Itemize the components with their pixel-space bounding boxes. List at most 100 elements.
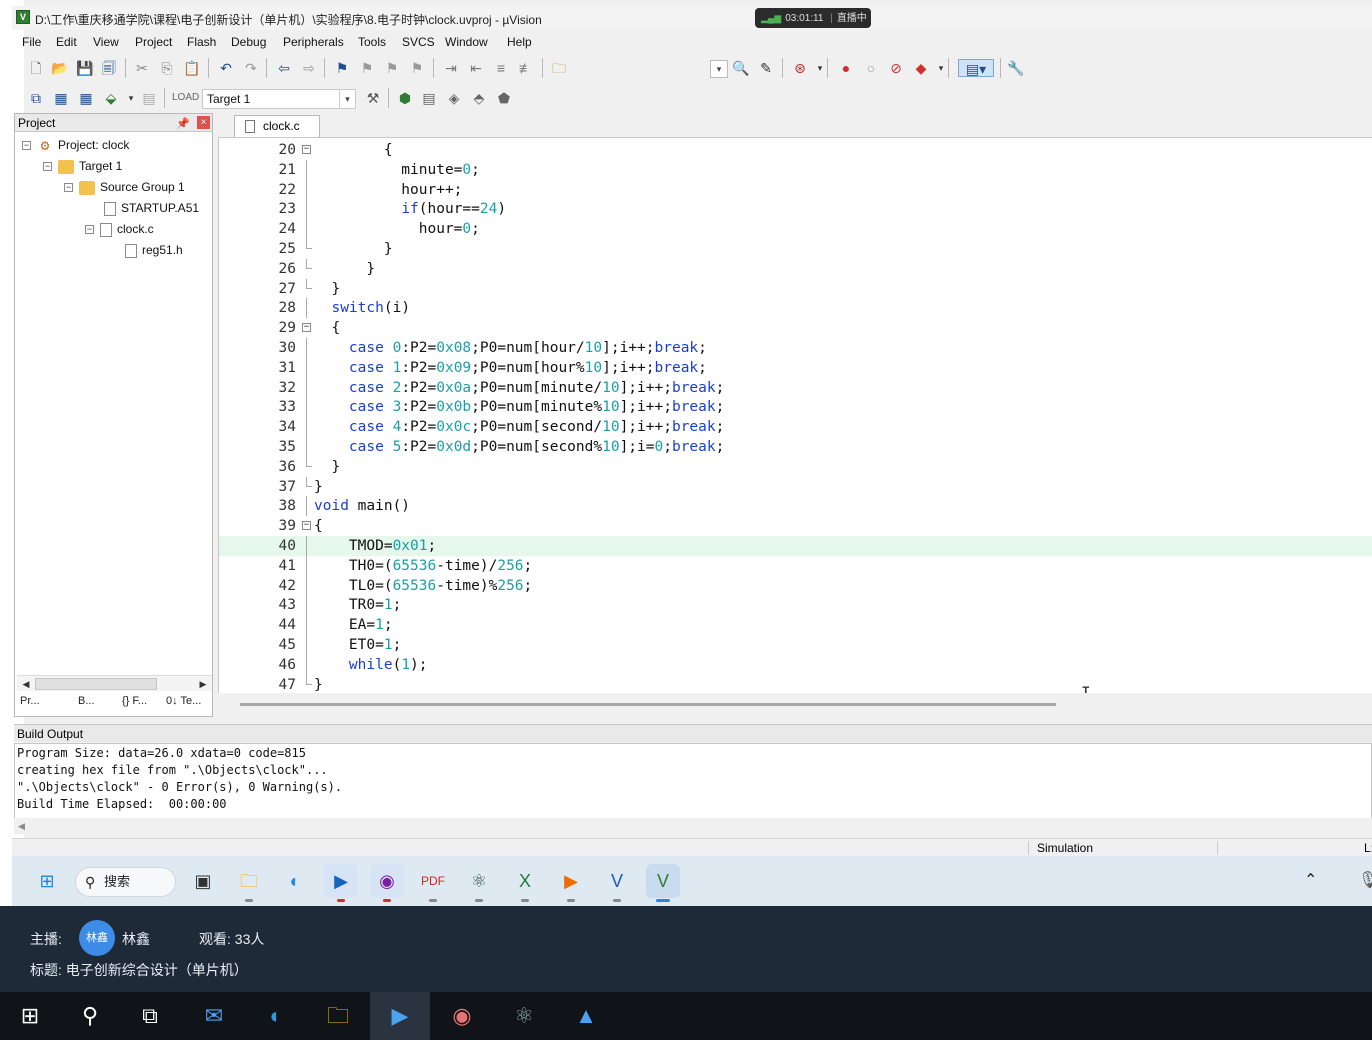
tab-books[interactable]: B... (78, 695, 95, 707)
manage-rte-icon[interactable]: ◈ (445, 89, 463, 107)
debug-session-icon[interactable]: ⊛ (791, 59, 809, 77)
atom-app-icon[interactable]: ⚛ (494, 992, 554, 1040)
current-code-line[interactable]: 40 TMOD=0x01; (219, 536, 1372, 556)
collapse-icon[interactable]: − (43, 162, 52, 172)
task-view-icon[interactable]: ⧉ (120, 992, 180, 1040)
edge-icon[interactable]: ◐ (246, 992, 306, 1040)
menu-debug[interactable]: Debug (231, 35, 266, 49)
fold-toggle-icon[interactable]: − (302, 323, 311, 333)
uvision-taskbar-icon[interactable]: V (646, 864, 680, 902)
build-output-scrollbar[interactable]: ◀ (14, 818, 1372, 834)
code-line[interactable]: 41 TH0=(65536-time)/256; (219, 555, 1372, 576)
multi-project-icon[interactable]: ⬟ (495, 89, 513, 107)
visio-icon[interactable]: V (600, 864, 634, 902)
code-line[interactable]: 46 while(1); (219, 654, 1372, 675)
chat-app-icon[interactable]: ◉ (370, 864, 404, 902)
open-file-icon[interactable]: 📂 (51, 59, 69, 77)
avatar[interactable]: 林鑫 (79, 920, 115, 956)
bookmark-prev-icon[interactable]: ⚑ (358, 59, 376, 77)
translate-icon[interactable]: ⧉ (27, 89, 45, 107)
code-line[interactable]: 39−{ (219, 516, 1372, 536)
microphone-icon[interactable]: 🎙 (1358, 870, 1372, 890)
pin-icon[interactable]: 📌 (176, 115, 190, 133)
project-horizontal-scrollbar[interactable]: ◀ ▶ (17, 675, 212, 691)
code-line[interactable]: 26 } (219, 258, 1372, 279)
incremental-find-icon[interactable]: ✎ (757, 59, 775, 77)
scroll-thumb[interactable] (35, 678, 157, 690)
paste-icon[interactable]: 📋 (183, 59, 201, 77)
search-icon[interactable]: ⚲ (60, 992, 120, 1040)
tree-item-target[interactable]: − Target 1 (43, 157, 122, 175)
tab-functions[interactable]: {} F... (122, 695, 147, 707)
code-line[interactable]: 44 EA=1; (219, 615, 1372, 636)
menu-svcs[interactable]: SVCS (402, 35, 435, 49)
file-explorer-icon[interactable]: 🗀 (308, 992, 368, 1040)
indent-icon[interactable]: ⇥ (442, 59, 460, 77)
presentation-app-icon[interactable]: ▶ (554, 864, 588, 902)
code-line[interactable]: 43 TR0=1; (219, 595, 1372, 616)
scroll-left-icon[interactable]: ◀ (18, 821, 25, 831)
breakpoint-disable-all-icon[interactable]: ⊘ (887, 59, 905, 77)
atom-app-icon[interactable]: ⚛ (462, 864, 496, 902)
batch-build-icon[interactable]: ⬙ (102, 89, 120, 107)
unindent-icon[interactable]: ⇤ (467, 59, 485, 77)
photos-icon[interactable]: ▲ (556, 992, 616, 1040)
collapse-icon[interactable]: − (85, 225, 94, 235)
code-line[interactable]: 30 case 0:P2=0x08;P0=num[hour/10];i++;br… (219, 338, 1372, 358)
close-icon[interactable]: × (197, 116, 210, 129)
cut-icon[interactable]: ✂ (133, 59, 151, 77)
target-select[interactable]: Target 1 ▾ (202, 89, 356, 109)
rebuild-icon[interactable]: ▦ (77, 89, 95, 107)
tree-item-clock-c[interactable]: − clock.c (85, 220, 154, 238)
breakpoint-insert-icon[interactable]: ● (837, 59, 855, 77)
save-icon[interactable]: 💾 (76, 59, 94, 77)
chat-app-icon[interactable]: ◉ (432, 992, 492, 1040)
meeting-app-icon[interactable]: ▶ (370, 992, 430, 1040)
menu-peripherals[interactable]: Peripherals (283, 35, 344, 49)
navigate-forward-icon[interactable]: ⇨ (300, 59, 318, 77)
code-line[interactable]: 45 ET0=1; (219, 635, 1372, 655)
uncomment-icon[interactable]: ≢ (517, 59, 535, 77)
code-line[interactable]: 27 } (219, 278, 1372, 299)
code-line[interactable]: 42 TL0=(65536-time)%256; (219, 575, 1372, 596)
file-explorer-icon[interactable]: 🗀 (232, 864, 266, 902)
code-editor[interactable]: 20− {21 minute=0; 22 hour++; 23 if(hour==2… (218, 137, 1372, 693)
menu-tools[interactable]: Tools (358, 35, 386, 49)
comment-icon[interactable]: ≡ (492, 59, 510, 77)
code-line[interactable]: 23 if(hour==24) (219, 199, 1372, 220)
bookmark-toggle-icon[interactable]: ⚑ (333, 59, 351, 77)
mail-icon[interactable]: ✉ (184, 992, 244, 1040)
menu-view[interactable]: View (93, 35, 119, 49)
tree-item-reg51[interactable]: reg51.h (125, 241, 183, 259)
find-in-files-icon[interactable]: 🗀 (550, 59, 568, 77)
breakpoint-enable-icon[interactable]: ○ (862, 59, 880, 77)
download-icon[interactable]: LOAD (172, 89, 199, 107)
code-line[interactable]: 35 case 5:P2=0x0d;P0=num[second%10];i=0;… (219, 437, 1372, 457)
scroll-thumb[interactable] (240, 703, 1056, 706)
code-line[interactable]: 22 hour++; (219, 179, 1372, 200)
pdf-reader-icon[interactable]: PDF (416, 864, 450, 902)
tab-clock-c[interactable]: clock.c (234, 115, 320, 137)
code-line[interactable]: 24 hour=0; (219, 219, 1372, 240)
new-file-icon[interactable]: 🗋 (27, 59, 45, 77)
tree-item-startup[interactable]: STARTUP.A51 (104, 199, 199, 217)
scroll-left-icon[interactable]: ◀ (19, 677, 33, 691)
menu-file[interactable]: File (22, 35, 41, 49)
editor-horizontal-scrollbar[interactable] (218, 696, 1372, 714)
inner-search-box[interactable]: ⚲ 搜索 (75, 867, 176, 897)
windows-start-icon[interactable]: ⊞ (0, 992, 60, 1040)
code-line[interactable]: 20− { (219, 140, 1372, 160)
menu-edit[interactable]: Edit (56, 35, 77, 49)
select-packs-icon[interactable]: ▤ (420, 89, 438, 107)
bookmark-clear-icon[interactable]: ⚑ (408, 59, 426, 77)
excel-icon[interactable]: X (508, 864, 542, 902)
code-line[interactable]: 38 void main() (219, 496, 1372, 517)
code-line[interactable]: 21 minute=0; (219, 159, 1372, 180)
menu-project[interactable]: Project (135, 35, 172, 49)
target-options-icon[interactable]: ⚒ (364, 89, 382, 107)
collapse-icon[interactable]: − (22, 141, 31, 151)
find-icon[interactable]: 🔍 (732, 59, 750, 77)
tree-item-project[interactable]: − ⚙ Project: clock (22, 136, 129, 154)
navigate-back-icon[interactable]: ⇦ (275, 59, 293, 77)
chevron-up-icon[interactable]: ⌃ (1304, 870, 1317, 890)
